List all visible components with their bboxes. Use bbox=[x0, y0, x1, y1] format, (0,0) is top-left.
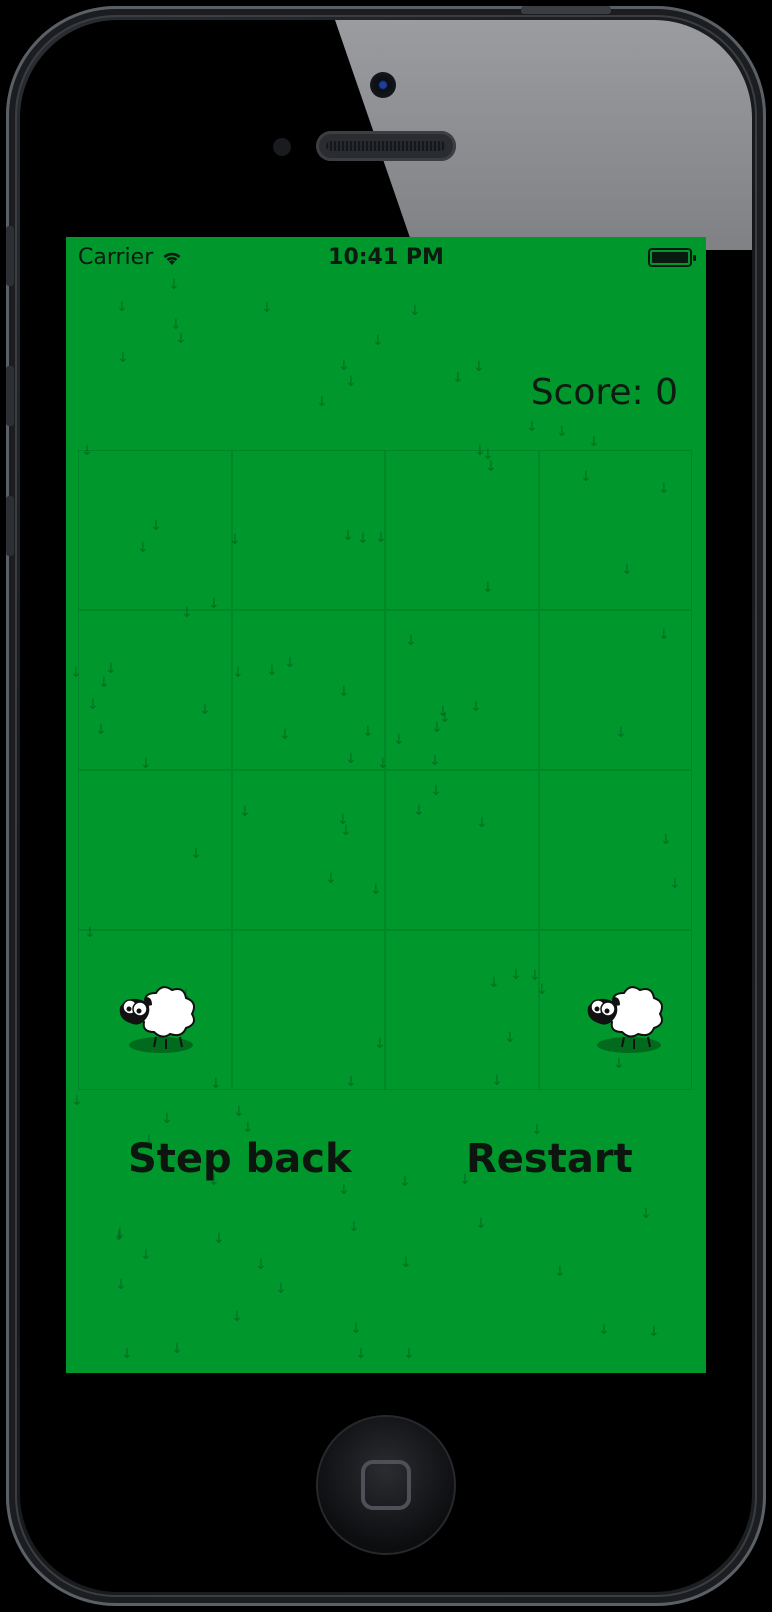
board-cell[interactable] bbox=[231, 450, 385, 610]
restart-button[interactable]: Restart bbox=[466, 1136, 633, 1182]
grass-tuft-icon: ↓ bbox=[255, 1257, 267, 1273]
grass-tuft-icon: ↓ bbox=[261, 300, 273, 316]
grass-tuft-icon: ↓ bbox=[372, 333, 384, 349]
grass-tuft-icon: ↓ bbox=[640, 1206, 652, 1222]
grass-tuft-icon: ↓ bbox=[114, 1226, 126, 1242]
volume-up-button bbox=[6, 366, 14, 426]
grass-tuft-icon: ↓ bbox=[121, 1346, 133, 1362]
grass-tuft-icon: ↓ bbox=[403, 1346, 415, 1362]
home-button[interactable] bbox=[316, 1415, 456, 1555]
grass-tuft-icon: ↓ bbox=[161, 1111, 173, 1127]
board-cell[interactable] bbox=[385, 450, 539, 610]
mute-switch bbox=[6, 226, 14, 286]
grass-tuft-icon: ↓ bbox=[554, 1264, 566, 1280]
volume-down-button bbox=[6, 496, 14, 556]
grass-tuft-icon: ↓ bbox=[475, 1216, 487, 1232]
grass-tuft-icon: ↓ bbox=[116, 299, 128, 315]
grass-tuft-icon: ↓ bbox=[598, 1322, 610, 1338]
grass-tuft-icon: ↓ bbox=[233, 1104, 245, 1120]
step-back-button[interactable]: Step back bbox=[128, 1136, 352, 1182]
board-cell[interactable] bbox=[538, 450, 692, 610]
board-cell[interactable] bbox=[231, 770, 385, 930]
grass-tuft-icon: ↓ bbox=[345, 374, 357, 390]
board-cell[interactable] bbox=[231, 610, 385, 770]
grass-tuft-icon: ↓ bbox=[117, 350, 129, 366]
grass-tuft-icon: ↓ bbox=[275, 1281, 287, 1297]
board-cell[interactable] bbox=[538, 770, 692, 930]
game-screen: Carrier 10:41 PM ↓ ↓ ↓ ↓ ↓ ↓ ↓ ↓ ↓ ↓ ↓ ↓ ↓ ↓ ↓ ↓ ↓ ↓ ↓ ↓ ↓ ↓ ↓… bbox=[66, 237, 706, 1373]
board-cell[interactable] bbox=[78, 610, 232, 770]
grass-tuft-icon: ↓ bbox=[213, 1231, 225, 1247]
grass-tuft-icon: ↓ bbox=[242, 1120, 254, 1136]
power-button bbox=[521, 6, 611, 14]
grass-tuft-icon: ↓ bbox=[113, 1228, 125, 1244]
grass-tuft-icon: ↓ bbox=[526, 419, 538, 435]
earpiece-speaker bbox=[316, 131, 456, 161]
grass-tuft-icon: ↓ bbox=[115, 1277, 127, 1293]
status-bar: Carrier 10:41 PM bbox=[66, 237, 706, 277]
grass-tuft-icon: ↓ bbox=[316, 394, 328, 410]
grass-tuft-icon: ↓ bbox=[350, 1321, 362, 1337]
grass-tuft-icon: ↓ bbox=[355, 1346, 367, 1362]
board-cell[interactable] bbox=[78, 450, 232, 610]
grass-tuft-icon: ↓ bbox=[71, 1093, 83, 1109]
front-camera-icon bbox=[370, 72, 396, 98]
board-cell[interactable] bbox=[231, 930, 385, 1090]
grass-tuft-icon: ↓ bbox=[648, 1324, 660, 1340]
grass-tuft-icon: ↓ bbox=[175, 331, 187, 347]
grass-tuft-icon: ↓ bbox=[473, 359, 485, 375]
grass-tuft-icon: ↓ bbox=[348, 1219, 360, 1235]
board-cell[interactable] bbox=[385, 930, 539, 1090]
grass-tuft-icon: ↓ bbox=[556, 424, 568, 440]
grass-tuft-icon: ↓ bbox=[400, 1255, 412, 1271]
grass-tuft-icon: ↓ bbox=[140, 1247, 152, 1263]
grass-tuft-icon: ↓ bbox=[168, 277, 180, 293]
board-cell[interactable] bbox=[78, 770, 232, 930]
grass-tuft-icon: ↓ bbox=[409, 303, 421, 319]
grass-tuft-icon: ↓ bbox=[338, 1182, 350, 1198]
grass-tuft-icon: ↓ bbox=[171, 1341, 183, 1357]
sheep-icon[interactable] bbox=[106, 977, 206, 1057]
grass-tuft-icon: ↓ bbox=[170, 317, 182, 333]
status-time: 10:41 PM bbox=[328, 245, 444, 270]
grass-tuft-icon: ↓ bbox=[452, 370, 464, 386]
grass-tuft-icon: ↓ bbox=[338, 358, 350, 374]
score-label: Score: 0 bbox=[530, 372, 678, 413]
grass-tuft-icon: ↓ bbox=[588, 434, 600, 450]
grass-tuft-icon: ↓ bbox=[399, 1174, 411, 1190]
board-cell[interactable] bbox=[385, 610, 539, 770]
sheep-icon[interactable] bbox=[574, 977, 674, 1057]
battery-icon bbox=[648, 248, 696, 267]
board-cell[interactable] bbox=[385, 770, 539, 930]
board-cell[interactable] bbox=[538, 610, 692, 770]
proximity-sensor bbox=[273, 138, 291, 156]
grass-tuft-icon: ↓ bbox=[231, 1309, 243, 1325]
home-square-icon bbox=[361, 1460, 411, 1510]
